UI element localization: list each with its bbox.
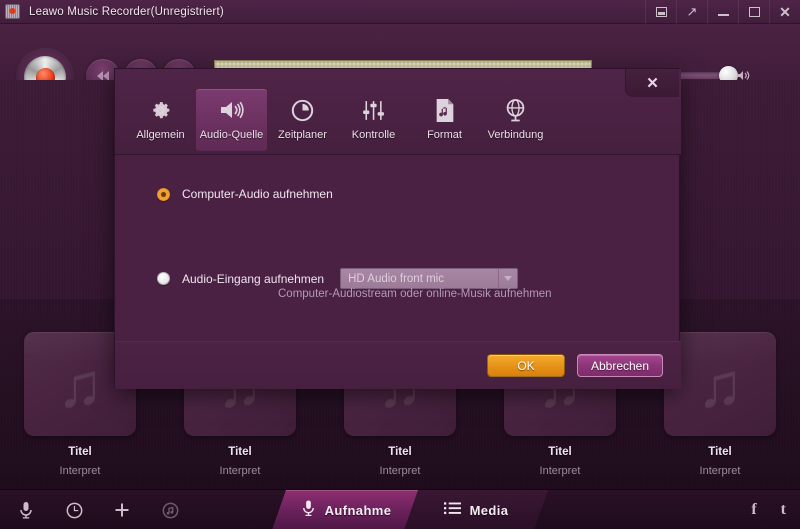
audio-device-select[interactable]: HD Audio front mic xyxy=(340,268,519,289)
tab-aufnahme[interactable]: Aufnahme xyxy=(272,490,420,529)
chevron-down-icon[interactable] xyxy=(498,269,517,288)
tab-label: Aufnahme xyxy=(324,502,392,518)
dialog-close-button[interactable]: ✕ xyxy=(625,69,679,97)
add-icon[interactable] xyxy=(112,500,132,520)
track-artist: Interpret xyxy=(699,465,741,477)
audio-source-dialog: Allgemein Audio-Quelle Zeitplaner Kontro… xyxy=(114,68,681,389)
expand-button[interactable]: ↗ xyxy=(676,0,707,24)
globe-icon xyxy=(503,94,528,126)
tab-label: Zeitplaner xyxy=(278,129,327,141)
sliders-icon xyxy=(361,94,386,126)
microphone-icon xyxy=(301,499,316,522)
bottom-bar: Aufnahme Media f t xyxy=(0,489,800,529)
title-bar: Leawo Music Recorder(Unregistriert) ↗ ✕ xyxy=(0,0,800,24)
tab-label: Format xyxy=(427,129,462,141)
list-icon xyxy=(443,501,461,520)
cancel-button[interactable]: Abbrechen xyxy=(577,354,663,377)
dialog-body: Computer-Audio aufnehmen Audio-Eingang a… xyxy=(115,155,681,341)
radio-computer-audio[interactable]: Computer-Audio aufnehmen xyxy=(157,187,333,201)
speaker-icon xyxy=(219,94,245,126)
tab-label: Media xyxy=(469,502,509,518)
bottom-tool-icons xyxy=(16,500,180,520)
track-artist: Interpret xyxy=(219,465,261,477)
facebook-icon[interactable]: f xyxy=(751,501,756,519)
dialog-tab-bar: Allgemein Audio-Quelle Zeitplaner Kontro… xyxy=(115,69,681,155)
close-button[interactable]: ✕ xyxy=(769,0,800,24)
maximize-button[interactable] xyxy=(738,0,769,24)
gear-icon xyxy=(148,94,173,126)
computer-audio-description: Computer-Audiostream oder online-Musik a… xyxy=(278,288,552,300)
clock-icon[interactable] xyxy=(64,500,84,520)
track-title: Titel xyxy=(388,446,412,458)
disc-icon[interactable] xyxy=(160,500,180,520)
ok-button[interactable]: OK xyxy=(487,354,565,377)
music-note-icon: ♫ xyxy=(56,351,104,421)
track-artist: Interpret xyxy=(539,465,581,477)
dialog-footer: OK Abbrechen xyxy=(115,341,681,389)
microphone-icon[interactable] xyxy=(16,500,36,520)
radio-audio-input[interactable]: Audio-Eingang aufnehmen HD Audio front m… xyxy=(157,268,519,289)
tab-label: Kontrolle xyxy=(351,129,396,141)
restore-to-tray-button[interactable] xyxy=(645,0,676,24)
radio-unselected-icon[interactable] xyxy=(157,272,170,285)
tab-zeitplaner[interactable]: Zeitplaner xyxy=(267,89,338,151)
radio-label: Computer-Audio aufnehmen xyxy=(182,187,333,201)
tab-verbindung[interactable]: Verbindung xyxy=(480,89,551,151)
social-links: f t xyxy=(751,501,786,519)
track-artist: Interpret xyxy=(379,465,421,477)
track-artist: Interpret xyxy=(59,465,101,477)
application-window: Leawo Music Recorder(Unregistriert) ↗ ✕ … xyxy=(0,0,800,529)
tab-label: Allgemein xyxy=(136,129,185,141)
minimize-button[interactable] xyxy=(707,0,738,24)
tab-audio-quelle[interactable]: Audio-Quelle xyxy=(196,89,267,151)
audio-device-value: HD Audio front mic xyxy=(348,272,444,285)
track-title: Titel xyxy=(548,446,572,458)
tab-label: Audio-Quelle xyxy=(199,129,264,141)
twitter-icon[interactable]: t xyxy=(781,501,786,519)
tab-label: Verbindung xyxy=(487,129,544,141)
clock-icon xyxy=(290,94,315,126)
track-title: Titel xyxy=(708,446,732,458)
radio-label: Audio-Eingang aufnehmen xyxy=(182,271,325,286)
window-title: Leawo Music Recorder(Unregistriert) xyxy=(29,5,224,18)
music-note-icon: ♫ xyxy=(696,351,744,421)
app-logo-icon xyxy=(5,4,20,19)
track-title: Titel xyxy=(68,446,92,458)
window-controls: ↗ ✕ xyxy=(645,0,800,24)
tab-media[interactable]: Media xyxy=(404,490,548,529)
tab-allgemein[interactable]: Allgemein xyxy=(125,89,196,151)
tab-kontrolle[interactable]: Kontrolle xyxy=(338,89,409,151)
radio-selected-icon[interactable] xyxy=(157,187,170,201)
tab-format[interactable]: Format xyxy=(409,89,480,151)
track-title: Titel xyxy=(228,446,252,458)
file-music-icon xyxy=(434,94,456,126)
